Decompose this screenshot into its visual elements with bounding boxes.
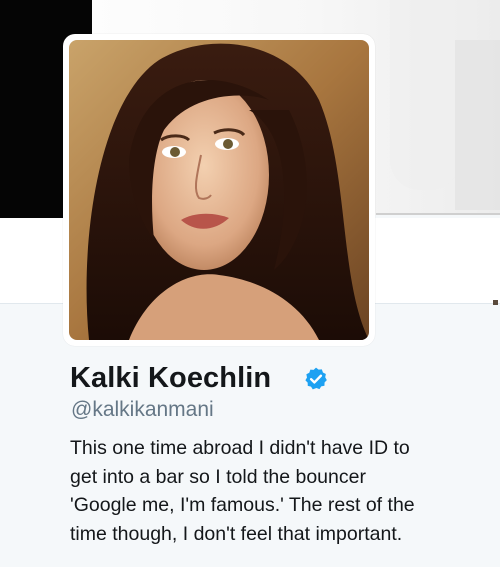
bio-line: This one time abroad I didn't have ID to <box>70 437 410 459</box>
banner-detail <box>390 0 460 190</box>
profile-bio: This one time abroad I didn't have ID to… <box>70 434 490 548</box>
avatar[interactable] <box>69 40 369 340</box>
avatar-image <box>69 40 369 340</box>
banner-detail <box>455 40 500 210</box>
verified-badge-icon[interactable] <box>303 366 329 392</box>
avatar-frame[interactable] <box>63 34 375 346</box>
profile-handle[interactable]: @kalkikanmani <box>71 398 214 422</box>
bio-line: time though, I don't feel that important… <box>70 522 403 545</box>
nav-indicator <box>493 300 498 305</box>
nav-divider <box>376 213 500 215</box>
bio-line: get into a bar so I told the bouncer <box>70 465 366 488</box>
bio-line: 'Google me, I'm famous.' The rest of the <box>70 494 415 516</box>
profile-name[interactable]: Kalki Koechlin <box>70 362 271 395</box>
